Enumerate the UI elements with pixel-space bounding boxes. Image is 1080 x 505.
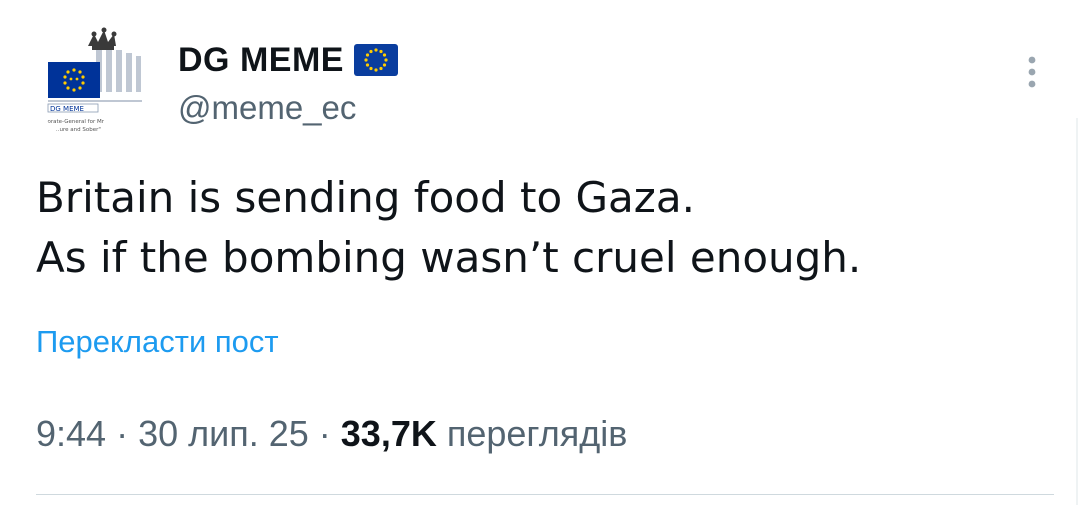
author-name-row: DG MEME xyxy=(178,40,398,80)
avatar[interactable]: DG MEME …orate-General for Mr …ure and S… xyxy=(36,26,156,146)
translate-post-link[interactable]: Перекласти пост xyxy=(36,322,279,362)
svg-text:…ure and Sober": …ure and Sober" xyxy=(54,127,101,133)
more-options-icon[interactable] xyxy=(1014,50,1050,94)
avatar-logo-icon: DG MEME …orate-General for Mr …ure and S… xyxy=(36,26,156,146)
divider xyxy=(36,494,1054,495)
tweet-line: Britain is sending food to Gaza. xyxy=(36,173,695,222)
tweet-time[interactable]: 9:44 xyxy=(36,413,106,454)
eu-flag-icon xyxy=(353,44,398,76)
views-count: 33,7K xyxy=(340,413,437,454)
tweet-line: As if the bombing wasn’t cruel enough. xyxy=(36,233,862,282)
author-handle[interactable]: @meme_ec xyxy=(178,88,356,128)
svg-text:DG MEME: DG MEME xyxy=(50,105,84,113)
views-label: переглядів xyxy=(436,413,628,454)
meta-separator: · xyxy=(106,413,139,454)
tweet-meta: 9:44 · 30 лип. 25 · 33,7K переглядів xyxy=(36,411,627,457)
meta-separator: · xyxy=(308,413,341,454)
scrollbar-track xyxy=(1076,118,1078,505)
display-name[interactable]: DG MEME xyxy=(178,40,344,80)
svg-text:…orate-General for Mr: …orate-General for Mr xyxy=(42,119,105,125)
tweet-text: Britain is sending food to Gaza. As if t… xyxy=(36,168,1046,288)
tweet-date[interactable]: 30 лип. 25 xyxy=(138,413,309,454)
